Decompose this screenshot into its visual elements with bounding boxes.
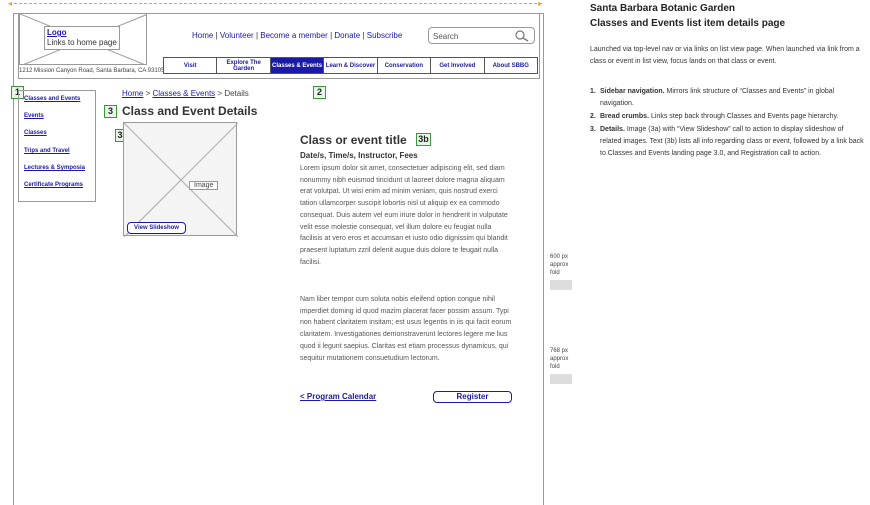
annotation-text: Links step back through Classes and Even… <box>649 113 839 120</box>
event-meta: Date/s, Time/s, Instructor, Fees <box>300 151 418 160</box>
annotation-number: 1. <box>590 88 596 95</box>
annotation-title: Santa Barbara Botanic Garden Classes and… <box>590 1 785 31</box>
fold-600-line-2: approx <box>550 262 569 268</box>
nav-item-about[interactable]: About SBBG <box>485 58 537 73</box>
logo-label-box[interactable]: Logo Links to home page <box>44 26 120 50</box>
annotation-lead: Sidebar navigation. <box>600 88 665 95</box>
nav-item-explore[interactable]: Explore The Garden <box>217 58 271 73</box>
event-description-2: Nam liber tempor cum soluta nobis eleife… <box>300 296 512 362</box>
fold-600-line-1: 600 px <box>550 254 569 260</box>
fold-600-label: 600 px approx fold <box>550 253 568 277</box>
annotation-text: Image (3a) with “View Slideshow” call to… <box>600 126 864 157</box>
address: 1212 Mission Canyon Road, Santa Barbara,… <box>19 68 165 74</box>
fold-600-line-3: fold <box>550 270 560 276</box>
fold-768-marker <box>550 374 572 384</box>
search-icon[interactable] <box>514 30 530 42</box>
utility-link-home[interactable]: Home <box>192 31 213 40</box>
callout-2: 2 <box>313 86 326 99</box>
fold-768-label: 768 px approx fold <box>550 347 568 371</box>
breadcrumb-classes-events[interactable]: Classes & Events <box>152 89 215 98</box>
sidebar-item-certificate[interactable]: Certificate Programs <box>24 182 83 188</box>
utility-link-donate[interactable]: Donate <box>334 31 360 40</box>
utility-link-subscribe[interactable]: Subscribe <box>367 31 403 40</box>
annotation-item: 1. Sidebar navigation. Mirrors link struc… <box>590 86 865 110</box>
nav-item-conservation[interactable]: Conservation <box>378 58 432 73</box>
sidebar-item-lectures[interactable]: Lectures & Symposia <box>24 165 85 171</box>
image-label: Image <box>189 181 219 190</box>
global-nav: Visit Explore The Garden Classes & Event… <box>163 57 538 74</box>
logo-title[interactable]: Logo <box>47 28 117 38</box>
callout-3: 3 <box>104 105 117 118</box>
search-input[interactable]: Search <box>428 27 535 44</box>
nav-item-learn[interactable]: Learn & Discover <box>324 58 378 73</box>
register-button[interactable]: Register <box>433 391 512 403</box>
annotation-number: 2. <box>590 113 596 120</box>
program-calendar-link[interactable]: < Program Calendar <box>300 392 376 401</box>
event-title: Class or event title <box>300 133 407 147</box>
image-placeholder-cross-icon <box>124 123 238 237</box>
sidebar-item-classes[interactable]: Classes <box>24 130 47 136</box>
sidebar-item-events[interactable]: Events <box>24 113 44 119</box>
search-placeholder: Search <box>433 32 459 41</box>
annotation-item: 3. Details. Image (3a) with “View Slidesh… <box>590 124 865 160</box>
event-image[interactable] <box>123 122 238 237</box>
annotation-title-line-1: Santa Barbara Botanic Garden <box>590 3 736 14</box>
utility-link-member[interactable]: Become a member <box>260 31 328 40</box>
breadcrumb-current: Details <box>224 89 249 98</box>
width-ruler <box>14 3 542 4</box>
annotation-intro: Launched via top-level nav or via links … <box>590 46 860 65</box>
fold-600-marker <box>550 280 572 290</box>
breadcrumb-home[interactable]: Home <box>122 89 143 98</box>
ruler-right-arrow-icon: ▸ <box>538 0 543 8</box>
callout-3b: 3b <box>416 133 431 146</box>
annotation-item: 2. Bread crumbs. Links step back through … <box>590 111 865 123</box>
fold-768-line-2: approx <box>550 356 569 362</box>
annotation-list: 1. Sidebar navigation. Mirrors link struc… <box>590 86 865 161</box>
nav-item-get-involved[interactable]: Get Involved <box>431 58 485 73</box>
logo-subtitle: Links to home page <box>47 38 117 47</box>
sidebar-item-trips[interactable]: Trips and Travel <box>24 148 70 154</box>
annotation-title-line-2: Classes and Events list item details pag… <box>590 18 786 29</box>
breadcrumb-separator: > <box>145 89 151 98</box>
breadcrumb-separator: > <box>217 89 223 98</box>
event-description-1: Lorem ipsum dolor sit amet, consectetuer… <box>300 165 508 266</box>
nav-item-classes-events[interactable]: Classes & Events <box>270 58 325 73</box>
fold-768-line-3: fold <box>550 364 560 370</box>
annotation-number: 3. <box>590 126 596 133</box>
sidebar-item-classes-and-events[interactable]: Classes and Events <box>24 96 80 102</box>
breadcrumb: Home > Classes & Events > Details <box>122 89 249 98</box>
utility-link-volunteer[interactable]: Volunteer <box>220 31 254 40</box>
utility-nav: Home | Volunteer | Become a member | Don… <box>192 31 402 40</box>
nav-item-visit[interactable]: Visit <box>164 58 218 73</box>
view-slideshow-button[interactable]: View Slideshow <box>127 222 186 234</box>
fold-768-line-1: 768 px <box>550 348 569 354</box>
annotation-lead: Details. <box>600 126 625 133</box>
ruler-left-arrow-icon: ◂ <box>8 0 13 8</box>
annotation-lead: Bread crumbs. <box>600 113 650 120</box>
page-title: Class and Event Details <box>122 104 258 118</box>
